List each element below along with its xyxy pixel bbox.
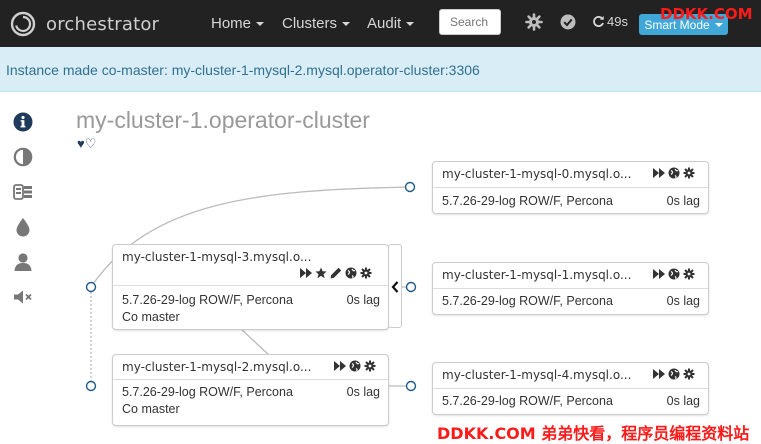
nav-home-label: Home [211,15,252,32]
orchestrator-logo-icon [10,11,36,37]
instance-lag: 0s lag [346,293,380,307]
globe-icon[interactable] [345,267,357,279]
fast-forward-icon[interactable] [334,360,346,372]
header-divider [433,288,708,289]
contrast-icon[interactable] [13,147,33,167]
caret-down-icon [406,22,415,27]
gear-icon[interactable] [360,267,372,279]
instance-name[interactable]: my-cluster-1-mysql-4.mysql.o... [442,368,631,382]
globe-icon[interactable] [668,167,680,179]
node-connector-dot [405,380,417,392]
brand-name: orchestrator [46,13,160,35]
nav-audit-label: Audit [367,15,402,32]
instance-version: 5.7.26-29-log ROW/F, Percona [122,293,293,307]
globe-icon[interactable] [668,268,680,280]
header-divider [433,187,708,188]
cluster-title: my-cluster-1.operator-cluster [76,107,370,133]
instance-lag: 0s lag [346,385,380,399]
star-icon[interactable] [315,267,327,279]
instance-actions [300,267,372,279]
node-connector-dot [85,380,97,392]
link-co-master [239,327,271,357]
watermark-bottom: DDKK.COM 弟弟快看，程序员编程资料站 [437,424,750,443]
nav-clusters-label: Clusters [282,15,338,32]
node-connector-dot [85,281,97,293]
instance-lag: 0s lag [666,294,700,308]
nav-home-menu[interactable]: Home [211,15,265,32]
gear-icon[interactable] [364,360,376,372]
watermark-top: DDKK.COM [660,5,753,23]
instance-version: 5.7.26-29-log ROW/F, Percona [442,194,613,208]
fast-forward-icon[interactable] [653,368,665,380]
header-divider [433,388,708,389]
instance-node-mysql-2[interactable]: my-cluster-1-mysql-2.mysql.o... 5.7.26-2… [112,354,389,426]
instance-node-mysql-1[interactable]: my-cluster-1-mysql-1.mysql.o... 5.7.26-2… [432,262,709,315]
fast-forward-icon[interactable] [653,167,665,179]
instance-name[interactable]: my-cluster-1-mysql-2.mysql.o... [122,360,311,374]
globe-icon[interactable] [349,360,361,372]
check-circle-icon[interactable] [559,13,577,31]
gear-icon[interactable] [683,268,695,280]
node-connector-dot [405,281,417,293]
brand[interactable]: orchestrator [10,9,159,39]
instance-actions [653,268,695,280]
nav-clusters-menu[interactable]: Clusters [282,15,351,32]
instance-node-mysql-3[interactable]: my-cluster-1-mysql-3.mysql.o... 5.7.26-2… [112,244,389,330]
drop-icon[interactable] [13,217,33,237]
instance-role: Co master [122,402,180,416]
instance-role: Co master [122,310,180,324]
instance-actions [334,360,376,372]
top-navbar: orchestrator Home Clusters Audit 49s Sma… [0,0,761,47]
pencil-icon[interactable] [330,267,342,279]
refresh-icon [593,16,604,27]
instance-node-mysql-4[interactable]: my-cluster-1-mysql-4.mysql.o... 5.7.26-2… [432,362,709,415]
collapse-toggle[interactable] [388,244,402,328]
header-divider [113,379,388,380]
instance-lag: 0s lag [666,194,700,208]
fast-forward-icon[interactable] [300,267,312,279]
database-icon[interactable] [13,182,33,202]
nav-audit-menu[interactable]: Audit [367,15,415,32]
globe-icon[interactable] [668,368,680,380]
user-icon[interactable] [13,252,33,272]
caret-down-icon [256,22,265,27]
refresh-countdown: 49s [607,14,628,29]
gear-icon[interactable] [683,167,695,179]
header-divider [113,285,388,286]
instance-name[interactable]: my-cluster-1-mysql-3.mysql.o... [122,250,311,264]
mute-icon[interactable] [13,287,33,307]
gear-icon[interactable] [683,368,695,380]
fast-forward-icon[interactable] [653,268,665,280]
refresh-timer[interactable]: 49s [592,14,628,29]
favorite-hearts[interactable]: ♥♡ [77,136,96,152]
instance-lag: 0s lag [666,394,700,408]
instance-version: 5.7.26-29-log ROW/F, Percona [442,294,613,308]
instance-name[interactable]: my-cluster-1-mysql-1.mysql.o... [442,268,631,282]
instance-name[interactable]: my-cluster-1-mysql-0.mysql.o... [442,167,631,181]
instance-version: 5.7.26-29-log ROW/F, Percona [442,394,613,408]
chevron-left-icon [391,281,399,293]
instance-version: 5.7.26-29-log ROW/F, Percona [122,385,293,399]
instance-actions [653,368,695,380]
instance-actions [653,167,695,179]
info-icon[interactable] [13,112,33,132]
alert-message: Instance made co-master: my-cluster-1-my… [6,62,480,78]
caret-down-icon [714,22,723,27]
gear-icon[interactable] [525,13,543,31]
instance-node-mysql-0[interactable]: my-cluster-1-mysql-0.mysql.o... 5.7.26-2… [432,161,709,214]
search-input[interactable] [439,9,501,35]
alert-banner: Instance made co-master: my-cluster-1-my… [0,47,761,92]
node-connector-dot [404,181,416,193]
caret-down-icon [342,22,351,27]
